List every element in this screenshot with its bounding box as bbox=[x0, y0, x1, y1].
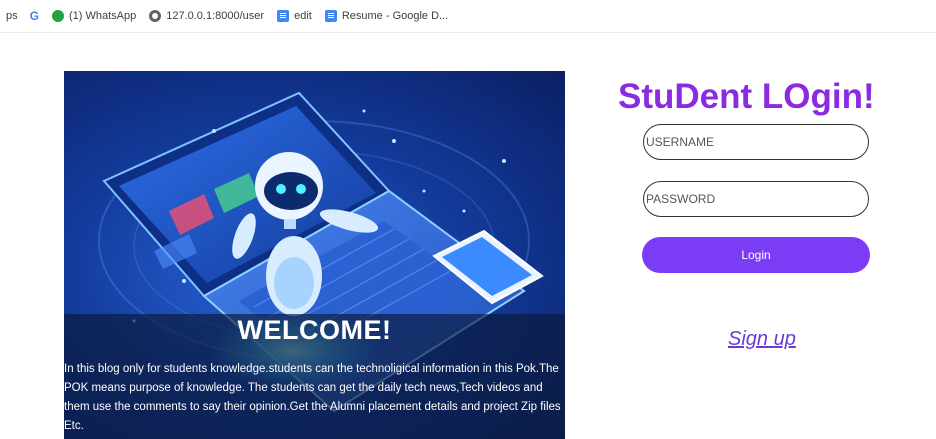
welcome-heading: WELCOME! bbox=[237, 315, 392, 345]
google-icon: G bbox=[29, 9, 39, 23]
bookmark-whatsapp-label: (1) WhatsApp bbox=[68, 10, 137, 22]
username-input[interactable] bbox=[643, 124, 869, 160]
bookmark-google[interactable]: G bbox=[30, 9, 39, 23]
bookmark-apps[interactable]: ps bbox=[6, 10, 18, 22]
bookmarks-bar: ps G (1) WhatsApp 127.0.0.1:8000/user ed… bbox=[0, 0, 936, 33]
bookmark-localhost-label: 127.0.0.1:8000/user bbox=[166, 10, 265, 22]
bookmark-whatsapp[interactable]: (1) WhatsApp bbox=[51, 10, 137, 22]
login-button[interactable]: Login bbox=[642, 237, 870, 273]
welcome-hero-panel: WELCOME! In this blog only for students … bbox=[64, 71, 565, 439]
signup-link[interactable]: Sign up bbox=[728, 328, 796, 351]
bookmark-resume-label: Resume - Google D... bbox=[341, 10, 449, 22]
bookmark-edit-label: edit bbox=[294, 10, 312, 22]
doc-icon bbox=[277, 10, 290, 22]
bookmark-resume[interactable]: Resume - Google D... bbox=[324, 10, 449, 22]
password-input[interactable] bbox=[643, 181, 869, 217]
login-title: StuDent LOgin! bbox=[618, 77, 875, 116]
welcome-description: In this blog only for students knowledge… bbox=[64, 363, 561, 432]
bookmark-apps-label: ps bbox=[6, 10, 18, 22]
doc-icon bbox=[324, 10, 337, 22]
bookmark-localhost[interactable]: 127.0.0.1:8000/user bbox=[149, 10, 264, 22]
bookmark-edit[interactable]: edit bbox=[277, 10, 312, 22]
whatsapp-icon bbox=[51, 10, 64, 22]
globe-icon bbox=[149, 10, 162, 22]
